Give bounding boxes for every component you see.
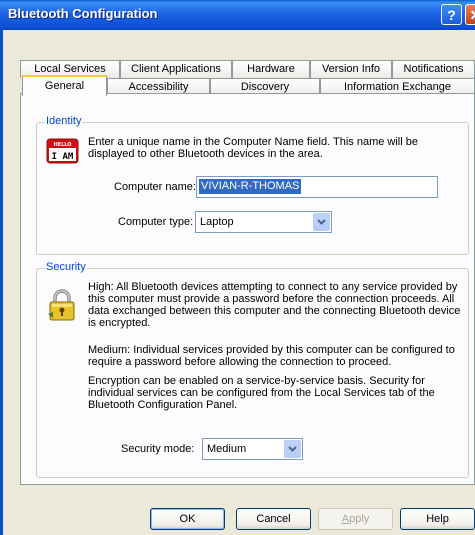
- security-mode-dropdown-button[interactable]: [284, 440, 301, 458]
- computer-type-select[interactable]: Laptop: [195, 211, 332, 233]
- window-title: Bluetooth Configuration: [8, 6, 158, 21]
- tab-hardware[interactable]: Hardware: [232, 60, 310, 78]
- tab-general[interactable]: General: [22, 75, 107, 96]
- tab-version-info[interactable]: Version Info: [310, 60, 392, 78]
- hello-name-tag-icon: HELLO I AM: [46, 138, 79, 164]
- help-button[interactable]: Help: [400, 508, 475, 530]
- security-mode-value: Medium: [207, 443, 247, 455]
- i-am-badge-text: I AM: [52, 152, 74, 162]
- title-bar[interactable]: Bluetooth Configuration ? ✕: [0, 0, 475, 30]
- security-mode-select[interactable]: Medium: [202, 438, 303, 460]
- tab-notifications[interactable]: Notifications: [392, 60, 475, 78]
- tab-client-applications[interactable]: Client Applications: [120, 60, 232, 78]
- computer-type-value: Laptop: [200, 216, 234, 228]
- computer-name-label: Computer name:: [114, 181, 196, 193]
- chevron-down-icon: [317, 219, 326, 225]
- general-tab-panel: Identity HELLO I AM Enter a unique name …: [20, 93, 475, 485]
- identity-group: Identity HELLO I AM Enter a unique name …: [36, 115, 469, 255]
- chevron-down-icon: [288, 446, 297, 452]
- security-group: Security High: All Bluetooth devices att…: [36, 261, 469, 478]
- computer-name-value: VIVIAN-R-THOMAS: [199, 179, 302, 194]
- security-high-description: High: All Bluetooth devices attempting t…: [88, 281, 461, 329]
- close-button[interactable]: ✕: [465, 4, 475, 25]
- security-mode-label: Security mode:: [121, 443, 195, 455]
- help-title-button[interactable]: ?: [441, 4, 462, 25]
- cancel-button[interactable]: Cancel: [236, 508, 311, 530]
- padlock-icon: [48, 289, 75, 321]
- security-group-label: Security: [45, 261, 87, 273]
- computer-type-dropdown-button[interactable]: [313, 213, 330, 231]
- computer-name-input[interactable]: VIVIAN-R-THOMAS: [196, 176, 438, 198]
- security-encryption-description: Encryption can be enabled on a service-b…: [88, 375, 435, 411]
- identity-description: Enter a unique name in the Computer Name…: [88, 136, 418, 160]
- identity-group-label: Identity: [45, 115, 83, 127]
- ok-button[interactable]: OK: [150, 508, 225, 530]
- apply-mnemonic: A: [341, 513, 350, 525]
- apply-label-rest: pply: [349, 513, 370, 525]
- apply-button[interactable]: Apply: [318, 508, 393, 530]
- hello-badge-text: HELLO: [53, 142, 71, 148]
- security-medium-description: Medium: Individual services provided by …: [88, 344, 455, 368]
- computer-type-label: Computer type:: [118, 216, 194, 228]
